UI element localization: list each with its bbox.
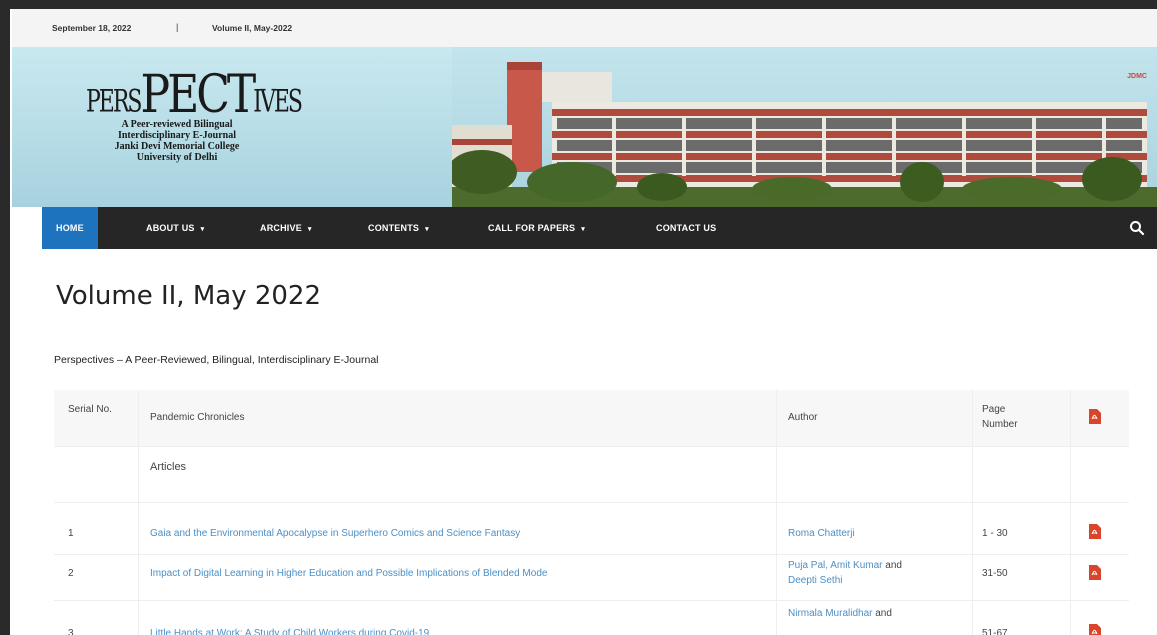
header-page-number: Page Number [982, 404, 1018, 430]
top-bar: September 18, 2022 | Volume II, May-2022 [12, 9, 1157, 47]
nav-archive[interactable]: ARCHIVE ▾ [260, 207, 312, 249]
page-title: Volume II, May 2022 [56, 281, 322, 311]
header-serial: Serial No. [68, 404, 112, 415]
header-author: Author [788, 412, 818, 423]
caret-down-icon: ▾ [425, 226, 429, 233]
main-navigation: HOME ABOUT US ▾ ARCHIVE ▾ CONTENTS ▾ CALL F… [42, 207, 1157, 249]
row-serial: 2 [68, 568, 74, 579]
author-link[interactable]: Nirmala Muralidhar [788, 608, 872, 619]
row-pages: 1 - 30 [982, 528, 1008, 539]
caret-down-icon: ▾ [581, 226, 585, 233]
article-title-link[interactable]: Gaia and the Environmental Apocalypse in… [150, 526, 520, 541]
logo-wordmark: PERSPECTIVES [86, 63, 303, 126]
logo-tagline: A Peer-reviewed Bilingual Interdisciplin… [114, 119, 240, 163]
nav-contents[interactable]: CONTENTS ▾ [368, 207, 429, 249]
pdf-download-icon[interactable] [1088, 524, 1101, 539]
search-icon[interactable] [1129, 220, 1145, 236]
topbar-separator: | [176, 22, 179, 32]
nav-about-us[interactable]: ABOUT US ▾ [146, 207, 204, 249]
page: September 18, 2022 | Volume II, May-2022… [12, 9, 1157, 635]
college-building-image [452, 47, 1157, 207]
current-volume-link[interactable]: Volume II, May-2022 [212, 23, 292, 33]
row-pages: 31-50 [982, 568, 1008, 579]
site-logo[interactable]: PERSPECTIVES A Peer-reviewed Bilingual I… [72, 57, 332, 207]
author-conjunction: and [875, 608, 892, 619]
header-title: Pandemic Chronicles [150, 412, 245, 423]
table-header-row: Serial No. Pandemic Chronicles Author Pa… [54, 390, 1129, 447]
window-frame-left [0, 0, 10, 635]
current-date: September 18, 2022 [52, 23, 132, 33]
authors-cell: Puja Pal, Amit Kumar and Deepti Sethi [788, 558, 958, 588]
column-divider [972, 390, 973, 635]
article-title-link[interactable]: Impact of Digital Learning in Higher Edu… [150, 566, 547, 581]
author-conjunction: and [885, 560, 902, 571]
caret-down-icon: ▾ [200, 226, 205, 233]
pdf-download-icon[interactable] [1088, 624, 1101, 635]
column-divider [138, 390, 139, 635]
row-pages: 51-67 [982, 628, 1008, 635]
header-tag: JDMC [1127, 73, 1147, 80]
author-link[interactable]: Puja Pal, Amit Kumar [788, 560, 882, 571]
author-link[interactable]: Roma Chatterji [788, 526, 855, 541]
table-section-row: Articles [54, 446, 1129, 503]
nav-contact-us[interactable]: CONTACT US [656, 207, 716, 249]
row-serial: 1 [68, 528, 74, 539]
article-title-link[interactable]: Little Hands at Work: A Study of Child W… [150, 626, 429, 635]
caret-down-icon: ▾ [307, 226, 312, 233]
nav-home[interactable]: HOME [42, 207, 98, 249]
row-serial: 3 [68, 628, 74, 635]
pdf-icon [1089, 409, 1101, 424]
pdf-download-icon[interactable] [1088, 565, 1101, 580]
table-row: 2 Impact of Digital Learning in Higher E… [54, 554, 1129, 601]
site-header: PERSPECTIVES A Peer-reviewed Bilingual I… [12, 47, 1157, 207]
authors-cell: Nirmala Muralidhar and [788, 606, 958, 621]
table-row: 3 Little Hands at Work: A Study of Child… [54, 600, 1129, 635]
author-link[interactable]: Deepti Sethi [788, 575, 842, 586]
section-label: Articles [150, 461, 187, 473]
page-subtitle: Perspectives – A Peer-Reviewed, Bilingua… [54, 354, 379, 366]
column-divider [776, 390, 777, 635]
table-row: 1 Gaia and the Environmental Apocalypse … [54, 514, 1129, 555]
nav-call-for-papers[interactable]: CALL FOR PAPERS ▾ [488, 207, 585, 249]
column-divider [1070, 390, 1071, 635]
window-frame-top [0, 0, 1157, 9]
